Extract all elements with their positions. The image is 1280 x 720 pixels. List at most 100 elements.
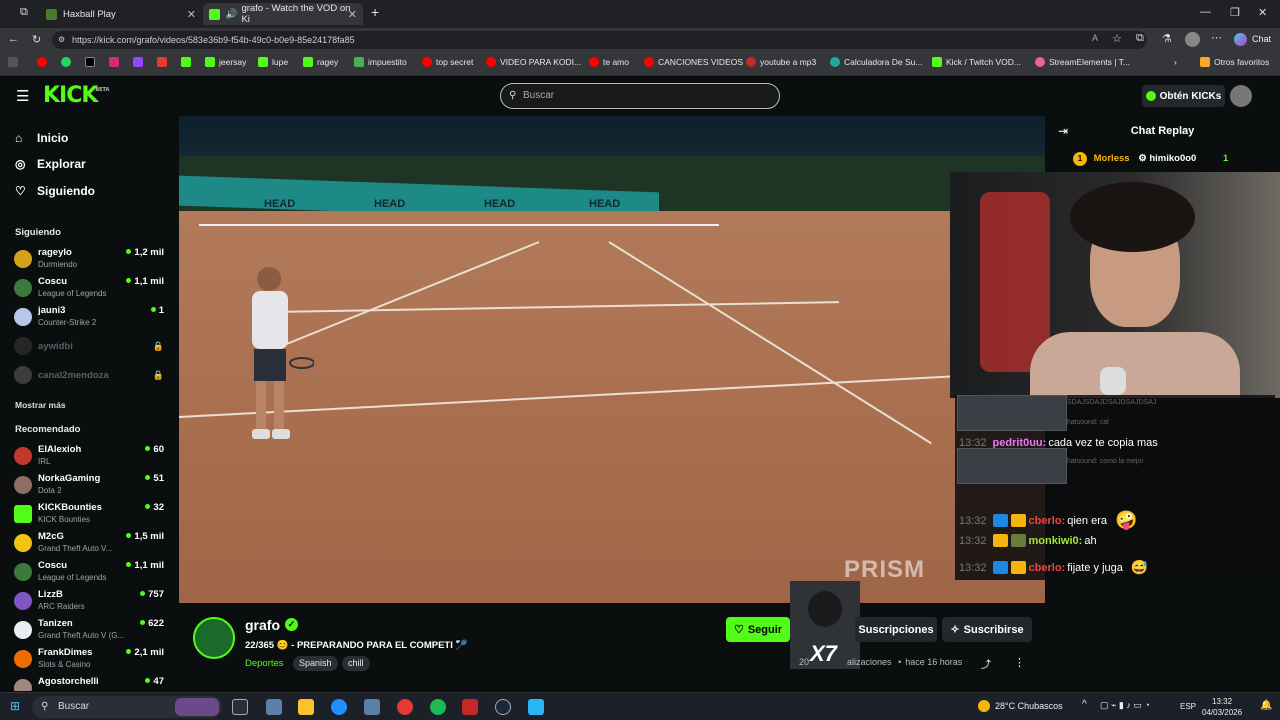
reload-icon[interactable]: ↻ bbox=[32, 33, 41, 46]
app-icon[interactable] bbox=[528, 699, 544, 715]
sidebar-channel-m2cg[interactable]: M2cG Grand Theft Auto V... 1,5 mil bbox=[14, 531, 164, 559]
tray-chevron-icon[interactable]: ^ bbox=[1082, 699, 1087, 710]
collections-icon[interactable]: ⚗ bbox=[1162, 32, 1172, 45]
streamer-name[interactable]: grafo bbox=[245, 617, 280, 633]
whatsapp-bookmark-icon[interactable] bbox=[61, 57, 75, 67]
kick-logo[interactable]: KICK BETA bbox=[43, 83, 109, 108]
twitch-bookmark-icon[interactable] bbox=[133, 57, 147, 67]
bookmark-ragey[interactable]: ragey bbox=[303, 57, 338, 67]
favorite-star-icon[interactable]: ☆ bbox=[1112, 32, 1122, 45]
other-favorites-folder[interactable]: Otros favoritos bbox=[1200, 57, 1269, 67]
task-view-icon[interactable] bbox=[232, 699, 248, 715]
tray-icons[interactable]: ▢ ⌁ ▮ ♪ ▭ ◔ bbox=[1100, 700, 1150, 711]
video-player[interactable]: HEAD HEAD HEAD HEAD PRISM bbox=[179, 116, 1045, 603]
voicemeeter-icon[interactable] bbox=[462, 699, 478, 715]
sidebar-channel-aywidbi[interactable]: aywidbi 🔒 bbox=[14, 334, 164, 362]
bookmark-video-kodi[interactable]: VIDEO PARA KODI... bbox=[486, 57, 581, 67]
spotify-icon[interactable] bbox=[430, 699, 446, 715]
nav-explorar[interactable]: ◎ Explorar bbox=[15, 157, 86, 171]
language-indicator[interactable]: ESP bbox=[1180, 702, 1196, 711]
more-menu-icon[interactable]: ⋯ bbox=[1211, 31, 1222, 44]
youtube-icon bbox=[644, 57, 654, 67]
close-tab-icon[interactable]: ✕ bbox=[187, 8, 196, 21]
bookmark-youtube-mp3[interactable]: youtube a mp3 bbox=[746, 57, 816, 67]
edge-icon[interactable] bbox=[331, 699, 347, 715]
tab-kick[interactable]: 🔊 grafo - Watch the VOD on Ki ✕ bbox=[203, 3, 363, 25]
red-bookmark-icon[interactable] bbox=[157, 57, 171, 67]
bookmark-impuestito[interactable]: impuestito bbox=[354, 57, 407, 67]
kick-bookmark-icon[interactable] bbox=[181, 57, 195, 67]
mini-webcam-overlay: X7 bbox=[790, 581, 860, 669]
new-tab-icon[interactable]: + bbox=[371, 4, 379, 20]
read-aloud-icon[interactable]: A bbox=[1092, 33, 1098, 43]
profile-avatar-icon[interactable] bbox=[1185, 32, 1200, 47]
sidebar-channel-kickbounties[interactable]: KICKBounties KICK Bounties 32 bbox=[14, 502, 164, 530]
nav-siguiendo[interactable]: ♡ Siguiendo bbox=[15, 184, 95, 198]
sidebar-channel-agostorchelli[interactable]: Agostorchelli 47 bbox=[14, 676, 164, 691]
close-tab-icon[interactable]: ✕ bbox=[348, 8, 357, 21]
sidebar-channel-elalexioh[interactable]: ElAlexioh IRL 60 bbox=[14, 444, 164, 472]
streamer-avatar[interactable] bbox=[193, 617, 235, 659]
extensions-icon[interactable]: ⧉ bbox=[1136, 32, 1144, 45]
steam-icon[interactable] bbox=[495, 699, 511, 715]
category-link[interactable]: Deportes bbox=[245, 658, 284, 669]
get-kicks-button[interactable]: Obtén KICKs bbox=[1142, 85, 1225, 107]
sidebar-channel-norkagaming[interactable]: NorkaGaming Dota 2 51 bbox=[14, 473, 164, 501]
bookmark-calculadora[interactable]: Calculadora De Su... bbox=[830, 57, 922, 67]
bookmark-kick-twitch-vod[interactable]: Kick / Twitch VOD... bbox=[932, 57, 1021, 67]
verified-badge-icon: ✓ bbox=[285, 618, 298, 631]
youtube-bookmark-icon[interactable] bbox=[37, 57, 51, 67]
speaker-icon[interactable]: 🔊 bbox=[226, 9, 238, 20]
sidebar-channel-coscu[interactable]: Coscu League of Legends 1,1 mil bbox=[14, 276, 164, 304]
instagram-bookmark-icon[interactable] bbox=[109, 57, 123, 67]
bookmark-te-amo[interactable]: te amo bbox=[589, 57, 629, 67]
user-avatar[interactable] bbox=[1230, 85, 1252, 107]
bookmark-jeersay[interactable]: jeersay bbox=[205, 57, 246, 67]
obs-icon[interactable] bbox=[397, 699, 413, 715]
x-bookmark-icon[interactable] bbox=[85, 57, 99, 67]
url-field[interactable]: ⚙ https://kick.com/grafo/videos/583e36b9… bbox=[52, 31, 1147, 49]
minimize-icon[interactable]: — bbox=[1200, 6, 1211, 18]
show-more-link[interactable]: Mostrar más bbox=[15, 400, 66, 410]
subscribe-button[interactable]: ✧ Suscribirse bbox=[942, 617, 1032, 642]
sidebar-channel-frankdimes[interactable]: FrankDimes Slots & Casino 2,1 mil bbox=[14, 647, 164, 675]
taskbar-search[interactable]: ⚲ Buscar bbox=[32, 696, 222, 718]
share-icon[interactable]: ⤴ bbox=[981, 656, 991, 671]
follow-button[interactable]: ♡ Seguir bbox=[726, 617, 790, 642]
sidebar-channel-coscu-rec[interactable]: Coscu League of Legends 1,1 mil bbox=[14, 560, 164, 588]
sidebar-channel-canal2mendoza[interactable]: canal2mendoza 🔒 bbox=[14, 363, 164, 391]
taskbar-clock[interactable]: 13:32 04/03/2026 bbox=[1202, 696, 1242, 718]
tag-chill[interactable]: chill bbox=[342, 656, 370, 671]
sidebar-channel-lizzb[interactable]: LizzB ARC Raiders 757 bbox=[14, 589, 164, 617]
tab-actions-icon[interactable]: ⧉ bbox=[20, 6, 28, 19]
file-explorer-icon[interactable] bbox=[298, 699, 314, 715]
site-info-icon[interactable]: ⚙ bbox=[58, 31, 65, 49]
tab-haxball[interactable]: Haxball Play ✕ bbox=[40, 3, 202, 25]
bookmark-canciones-videos[interactable]: CANCIONES VIDEOS bbox=[644, 57, 743, 67]
hamburger-menu-icon[interactable]: ☰ bbox=[16, 87, 29, 105]
maximize-icon[interactable]: ❐ bbox=[1230, 6, 1240, 19]
app-icon[interactable] bbox=[266, 699, 282, 715]
sidebar-channel-jauni3[interactable]: jauni3 Counter-Strike 21 bbox=[14, 305, 164, 333]
sidebar-channel-tanizen[interactable]: Tanizen Grand Theft Auto V (G... 622 bbox=[14, 618, 164, 646]
weather-icon[interactable] bbox=[978, 700, 990, 712]
nav-inicio[interactable]: ⌂ Inicio bbox=[15, 131, 68, 145]
windows-start-icon[interactable]: ⊞ bbox=[10, 699, 20, 713]
more-bookmarks-chevron-icon[interactable]: › bbox=[1174, 57, 1177, 67]
bookmark-lupe[interactable]: lupe bbox=[258, 57, 288, 67]
tag-spanish[interactable]: Spanish bbox=[293, 656, 338, 671]
bookmark-streamelements[interactable]: StreamElements | T... bbox=[1035, 57, 1130, 67]
reading-list-icon[interactable] bbox=[8, 57, 22, 67]
search-input[interactable]: ⚲ Buscar bbox=[500, 83, 780, 109]
back-icon[interactable]: ← bbox=[8, 33, 19, 45]
bookmark-top-secret[interactable]: top secret bbox=[422, 57, 473, 67]
more-options-icon[interactable]: ⋮ bbox=[1014, 656, 1025, 669]
sidebar-channel-rageylo[interactable]: rageylo Durmiendo 1,2 mil bbox=[14, 247, 164, 275]
close-window-icon[interactable]: ✕ bbox=[1258, 6, 1267, 19]
subscriptions-button[interactable]: Suscripciones bbox=[855, 617, 937, 642]
weather-text[interactable]: 28°C Chubascos bbox=[995, 701, 1063, 711]
copilot-icon[interactable] bbox=[1234, 33, 1247, 46]
app-icon[interactable] bbox=[364, 699, 380, 715]
chat-button[interactable]: Chat bbox=[1252, 34, 1271, 44]
notification-bell-icon[interactable]: 🔔 bbox=[1260, 700, 1272, 711]
